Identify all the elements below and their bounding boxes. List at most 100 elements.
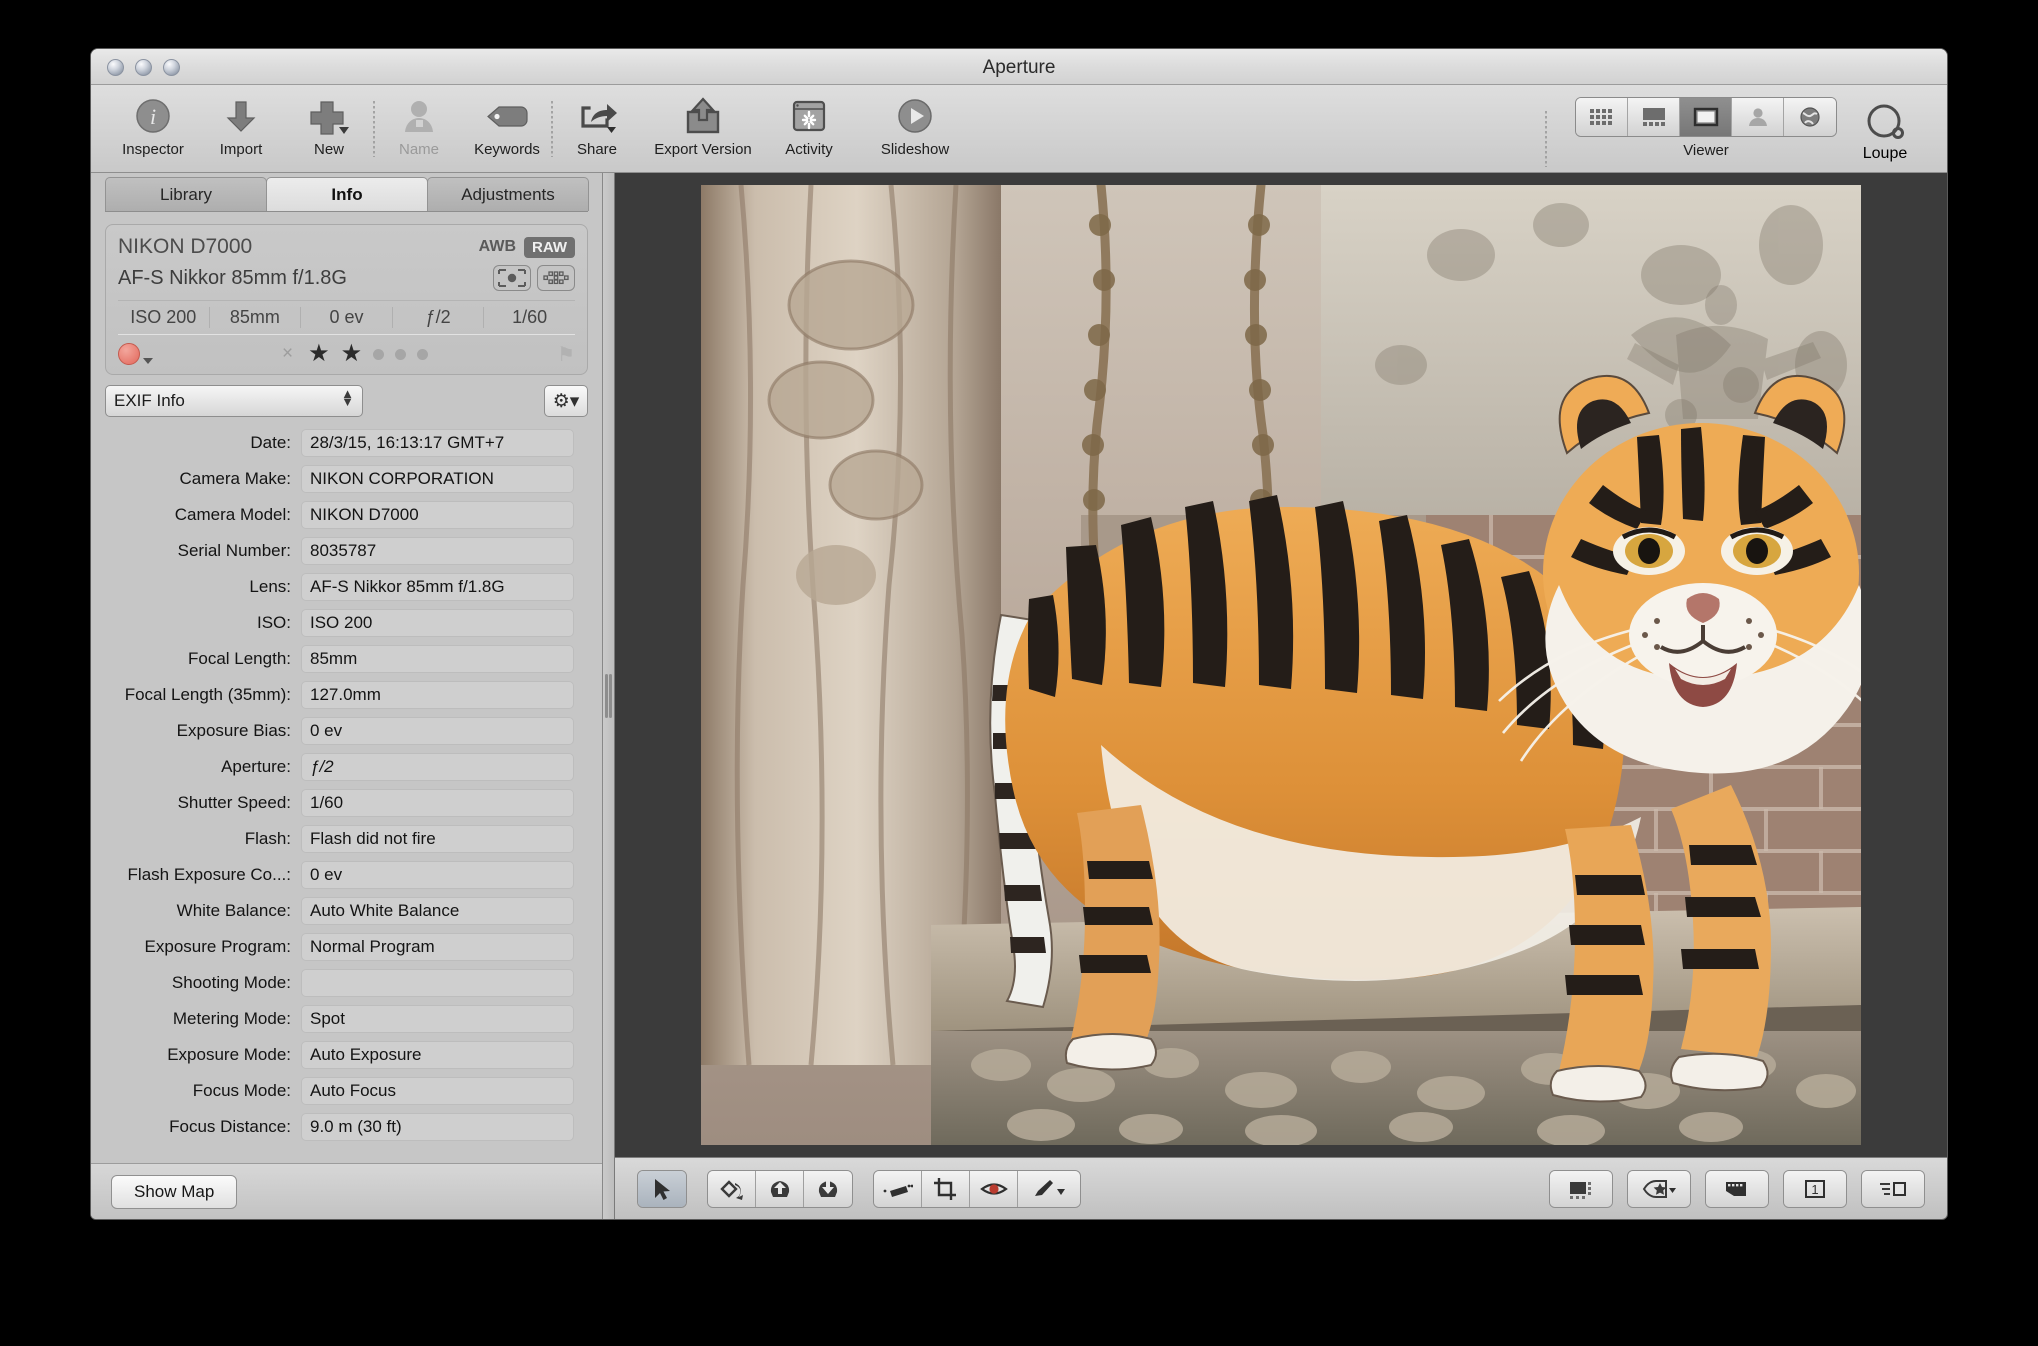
exif-row-value[interactable]: ƒ/2 xyxy=(301,753,574,781)
retouch-brush-icon[interactable] xyxy=(1018,1170,1080,1207)
exif-row-value[interactable]: ISO 200 xyxy=(301,609,574,637)
exif-row: Metering Mode: Spot xyxy=(105,1001,588,1037)
toolbar-button-inspector[interactable]: i Inspector xyxy=(109,91,197,158)
photo-image[interactable] xyxy=(701,185,1861,1145)
toolbar-label: Slideshow xyxy=(880,141,950,158)
star-empty-icon[interactable] xyxy=(373,348,385,360)
rating-overlay-icon[interactable] xyxy=(1628,1170,1690,1207)
exif-row-value[interactable]: 127.0mm xyxy=(301,681,574,709)
viewer-mode-split[interactable] xyxy=(1628,98,1680,136)
metadata-overlay-icon[interactable] xyxy=(1862,1170,1924,1207)
tool-group-edit xyxy=(873,1169,1081,1208)
exif-row-value[interactable]: NIKON CORPORATION xyxy=(301,465,574,493)
star-empty-icon[interactable] xyxy=(395,348,407,360)
arrow-select-icon[interactable] xyxy=(638,1170,686,1207)
summary-focal-length: 85mm xyxy=(210,307,302,328)
toolbar-button-import[interactable]: Import xyxy=(197,91,285,158)
exif-row-label: Camera Model: xyxy=(174,505,291,524)
exif-row-value[interactable]: 1/60 xyxy=(301,789,574,817)
exif-row: Shooting Mode: xyxy=(105,965,588,1001)
toolbar-button-new[interactable]: New xyxy=(285,91,373,158)
exif-row-value[interactable]: Auto Exposure xyxy=(301,1041,574,1069)
star-filled-icon[interactable]: ★ xyxy=(308,342,330,366)
exif-row-label: Camera Make: xyxy=(179,469,291,488)
exif-row-value[interactable]: 0 ev xyxy=(301,717,574,745)
toolbar-button-activity[interactable]: Activity xyxy=(765,91,853,158)
exif-row-label: Shutter Speed: xyxy=(177,793,291,812)
exif-row: Exposure Mode: Auto Exposure xyxy=(105,1037,588,1073)
tab-library[interactable]: Library xyxy=(105,177,267,211)
exif-row-value[interactable]: Flash did not fire xyxy=(301,825,574,853)
show-map-button[interactable]: Show Map xyxy=(111,1174,238,1209)
color-label-chevron-down-icon[interactable] xyxy=(143,358,153,364)
exif-row-value[interactable]: Normal Program xyxy=(301,933,574,961)
toolbar-button-keywords[interactable]: Keywords xyxy=(463,91,551,158)
exif-row-value[interactable]: Spot xyxy=(301,1005,574,1033)
summary-rating-row: × ★ ★ ⚑ xyxy=(118,334,575,366)
viewer-mode-icon[interactable] xyxy=(1550,1170,1612,1207)
exif-row-label: ISO: xyxy=(256,613,291,632)
exif-row-value[interactable]: Auto White Balance xyxy=(301,897,574,925)
tool-group-adjust xyxy=(707,1169,853,1208)
af-points-icon xyxy=(537,265,575,291)
exif-row-value[interactable]: Auto Focus xyxy=(301,1077,574,1105)
tab-info[interactable]: Info xyxy=(266,177,428,211)
exif-row-value[interactable]: 28/3/15, 16:13:17 GMT+7 xyxy=(301,429,574,457)
exif-row-value[interactable]: NIKON D7000 xyxy=(301,501,574,529)
toolbar-button-share[interactable]: Share xyxy=(553,91,641,158)
exif-metadata-list[interactable]: Date: 28/3/15, 16:13:17 GMT+7 Camera Make:… xyxy=(91,425,602,1163)
viewer-canvas[interactable] xyxy=(615,173,1947,1157)
filmstrip-icon[interactable] xyxy=(1706,1170,1768,1207)
panel-splitter[interactable] xyxy=(603,173,615,1219)
rotate-ccw-icon[interactable] xyxy=(708,1170,756,1207)
activity-window-icon xyxy=(789,95,829,137)
exif-row-value[interactable]: AF-S Nikkor 85mm f/1.8G xyxy=(301,573,574,601)
metadata-view-bar: EXIF Info ▲ ▼ ⚙▾ xyxy=(91,375,602,425)
exif-row-value[interactable]: 85mm xyxy=(301,645,574,673)
exif-row-label: Date: xyxy=(250,433,291,452)
color-label-swatch[interactable] xyxy=(118,343,140,365)
exif-row: Camera Model: NIKON D7000 xyxy=(105,497,588,533)
exif-row-label: Exposure Bias: xyxy=(176,721,291,740)
exif-row-value[interactable]: 8035787 xyxy=(301,537,574,565)
toolbar-button-export-version[interactable]: Export Version xyxy=(641,91,765,158)
star-empty-icon[interactable] xyxy=(417,348,429,360)
toolbar-label: Keywords xyxy=(474,141,540,158)
toolbar-button-loupe[interactable]: Loupe xyxy=(1841,101,1929,163)
metadata-view-select[interactable]: EXIF Info ▲ ▼ xyxy=(105,385,363,417)
primary-only-icon[interactable]: 1 xyxy=(1784,1170,1846,1207)
gear-icon[interactable]: ⚙▾ xyxy=(544,385,588,417)
toolbar-label: Activity xyxy=(785,141,833,158)
exif-row: Shutter Speed: 1/60 xyxy=(105,785,588,821)
stamp-icon[interactable] xyxy=(804,1170,852,1207)
exif-row: Flash Exposure Co...: 0 ev xyxy=(105,857,588,893)
crop-icon[interactable] xyxy=(922,1170,970,1207)
star-filled-icon[interactable]: ★ xyxy=(341,342,363,366)
viewer-mode-faces[interactable] xyxy=(1732,98,1784,136)
star-rating-control[interactable]: × ★ ★ xyxy=(153,342,557,366)
metadata-view-selected-label: EXIF Info xyxy=(114,391,185,410)
reject-icon[interactable]: × xyxy=(282,343,293,365)
exif-row-value[interactable]: 0 ev xyxy=(301,861,574,889)
lift-icon[interactable] xyxy=(756,1170,804,1207)
main-toolbar: i Inspector Import New Name Keywords Sha… xyxy=(91,85,1947,173)
toolbar-button-slideshow[interactable]: Slideshow xyxy=(853,91,977,158)
download-arrow-icon xyxy=(221,95,261,137)
straighten-icon[interactable] xyxy=(874,1170,922,1207)
viewer-segmented-control[interactable] xyxy=(1575,97,1837,137)
exif-row: Flash: Flash did not fire xyxy=(105,821,588,857)
exif-row: Focus Mode: Auto Focus xyxy=(105,1073,588,1109)
exif-row-value[interactable]: 9.0 m (30 ft) xyxy=(301,1113,574,1141)
flag-icon[interactable]: ⚑ xyxy=(557,342,575,367)
exif-row-label: Flash Exposure Co...: xyxy=(127,865,291,884)
red-eye-icon[interactable] xyxy=(970,1170,1018,1207)
viewer-mode-places[interactable] xyxy=(1784,98,1836,136)
tab-adjustments[interactable]: Adjustments xyxy=(427,177,589,211)
svg-text:i: i xyxy=(150,104,156,129)
viewer-mode-grid[interactable] xyxy=(1576,98,1628,136)
toolbar-button-name[interactable]: Name xyxy=(375,91,463,158)
exif-row-label: Focal Length (35mm): xyxy=(124,685,291,704)
viewer-mode-viewer[interactable] xyxy=(1680,98,1732,136)
exif-row-value[interactable] xyxy=(301,969,574,997)
splitter-grip[interactable] xyxy=(605,674,608,718)
